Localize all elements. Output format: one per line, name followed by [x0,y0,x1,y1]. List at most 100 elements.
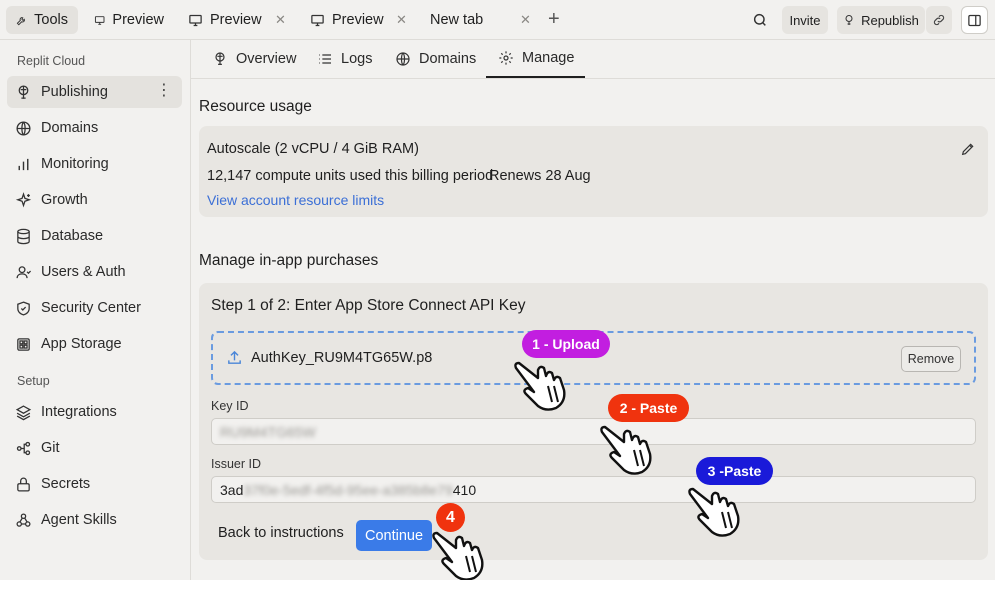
sidebar-item-git[interactable]: Git [7,432,182,464]
monitor-icon [189,14,202,26]
tab-preview-1-label: Preview [112,12,164,28]
key-id-input[interactable]: RU9M4TG65W [211,418,976,445]
more-options-icon[interactable]: ⋮ [156,83,172,99]
main-panel: Overview Logs Domains Manage Resource us… [191,40,995,580]
invite-button[interactable]: Invite [782,6,828,34]
tab-manage[interactable]: Manage [486,40,585,78]
sidebar-item-label: Secrets [41,476,91,492]
wrench-icon [16,16,25,25]
issuer-id-hidden: 37f0e-5edf-4f5d-95ee-a385b8e79 [243,481,453,498]
lock-icon [17,477,30,492]
sidebar-item-security-center[interactable]: Security Center [7,292,182,324]
edit-pencil-icon[interactable] [960,141,976,157]
tab-preview-3[interactable]: Preview ✕ [300,6,412,34]
sidebar: Replit Cloud Publishing ⋮ Domains Monito… [0,40,191,580]
sidebar-item-label: Agent Skills [41,512,117,528]
search-icon[interactable] [752,12,768,28]
sidebar-heading-replit-cloud: Replit Cloud [17,54,86,68]
resource-usage-card: Autoscale (2 vCPU / 4 GiB RAM) 12,147 co… [199,126,988,217]
new-tab-plus-icon[interactable]: + [548,8,560,30]
tab-preview-2[interactable]: Preview ✕ [178,6,290,34]
tab-new-tab[interactable]: New tab ✕ [420,6,532,34]
sidebar-item-label: App Storage [41,336,122,352]
sidebar-item-app-storage[interactable]: App Storage [7,328,182,360]
annotation-badge-upload: 1 - Upload [522,330,610,358]
tab-logs[interactable]: Logs [317,40,372,78]
sidebar-item-label: Security Center [41,300,141,316]
republish-label: Republish [861,12,919,28]
tab-tools-label: Tools [34,12,68,28]
continue-label: Continue [364,527,424,544]
sidebar-panel-icon [968,14,981,26]
tab-domains[interactable]: Domains [395,40,476,78]
key-id-label: Key ID [211,399,249,413]
uploaded-file-name: AuthKey_RU9M4TG65W.p8 [251,350,433,366]
resource-usage-title: Resource usage [199,98,312,115]
republish-button[interactable]: Republish [837,6,925,34]
publish-icon [215,52,225,65]
publish-icon [18,84,29,99]
tab-overview-label: Overview [236,51,297,67]
sidebar-item-growth[interactable]: Growth [7,184,182,216]
close-icon[interactable]: ✕ [520,12,531,28]
resource-limits-link[interactable]: View account resource limits [207,192,384,208]
sidebar-item-database[interactable]: Database [7,220,182,252]
gear-icon [499,51,513,65]
sidebar-item-label: Domains [41,120,99,136]
issuer-id-suffix: 410 [452,481,477,498]
back-to-instructions-button[interactable]: Back to instructions [218,525,344,541]
database-icon [17,228,30,244]
sidebar-item-secrets[interactable]: Secrets [7,468,182,500]
sparkle-icon [15,191,32,207]
tab-preview-3-label: Preview [332,12,384,28]
tab-logs-label: Logs [341,51,373,67]
issuer-id-label: Issuer ID [211,457,262,471]
user-icon [16,265,32,278]
globe-icon [16,120,31,136]
step-title: Step 1 of 2: Enter App Store Connect API… [211,297,526,314]
copy-link-button[interactable] [926,6,952,34]
git-icon [16,441,31,455]
tab-new-tab-label: New tab [430,12,484,28]
sidebar-item-users-auth[interactable]: Users & Auth [7,256,182,288]
close-icon[interactable]: ✕ [396,12,407,28]
renews-text: Renews 28 Aug [489,168,591,184]
monitor-icon [94,15,105,25]
sidebar-item-agent-skills[interactable]: Agent Skills [7,504,182,536]
shield-icon [17,300,30,316]
sidebar-item-publishing[interactable]: Publishing ⋮ [7,76,182,108]
tab-tools[interactable]: Tools [6,6,78,34]
pointing-hand-icon [688,487,740,537]
issuer-id-input[interactable]: 3ad 37f0e-5edf-4f5d-95ee-a385b8e79 410 [211,476,976,503]
sidebar-item-monitoring[interactable]: Monitoring [7,148,182,180]
tab-overview[interactable]: Overview [212,40,296,78]
sidebar-item-label: Monitoring [41,156,109,172]
annotation-badge-paste-key: 2 - Paste [608,394,689,422]
remove-file-button[interactable]: Remove [901,346,961,372]
sidebar-item-domains[interactable]: Domains [7,112,182,144]
upload-icon [228,350,241,364]
toggle-panel-button[interactable] [961,6,988,34]
tab-preview-2-label: Preview [210,12,262,28]
storage-icon [17,337,30,351]
in-app-purchases-title: Manage in-app purchases [199,252,379,269]
purchases-card: Step 1 of 2: Enter App Store Connect API… [199,283,988,560]
tab-domains-label: Domains [419,51,477,67]
sidebar-item-label: Git [41,440,60,456]
tab-manage-label: Manage [522,50,575,66]
sidebar-item-integrations[interactable]: Integrations [7,396,182,428]
subtab-bar: Overview Logs Domains Manage [191,40,995,79]
publish-icon [845,15,853,25]
tab-preview-1[interactable]: Preview [84,6,174,34]
issuer-id-prefix: 3ad [220,481,244,498]
continue-button[interactable]: Continue [356,520,432,551]
sidebar-heading-setup: Setup [17,374,50,388]
close-icon[interactable]: ✕ [275,12,286,28]
sidebar-item-label: Users & Auth [41,264,126,280]
pointing-hand-icon [432,531,484,581]
plan-text: Autoscale (2 vCPU / 4 GiB RAM) [207,141,419,157]
globe-icon [396,52,410,66]
link-icon [933,14,945,26]
sidebar-item-label: Database [41,228,104,244]
skills-icon [16,512,31,527]
